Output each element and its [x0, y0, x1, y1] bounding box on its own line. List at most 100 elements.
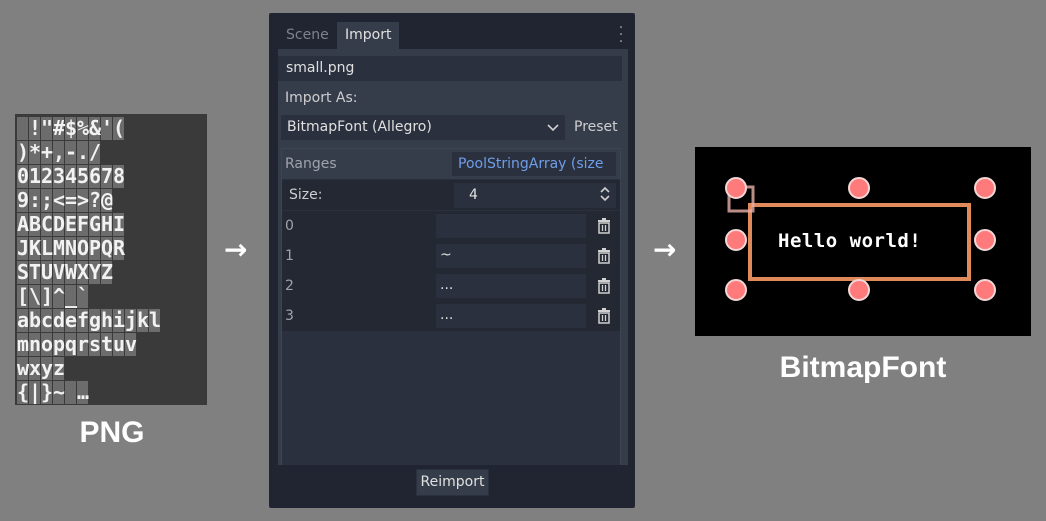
array-value-field[interactable]: ... [436, 274, 586, 298]
tab-import[interactable]: Import [337, 22, 400, 49]
glyph: … [77, 380, 90, 404]
glyph: ` [77, 284, 90, 308]
glyph: " [41, 116, 54, 140]
glyph: [ [17, 284, 30, 308]
importer-select[interactable]: BitmapFont (Allegro) [281, 115, 565, 140]
glyph: } [41, 380, 54, 404]
trash-icon[interactable] [596, 218, 612, 234]
glyph: R [113, 236, 126, 260]
glyph: 3 [53, 164, 66, 188]
glyph: + [41, 140, 54, 164]
glyph: ] [41, 284, 54, 308]
size-spinbox[interactable]: 4 [454, 183, 616, 208]
array-index: 1 [285, 248, 294, 264]
glyph: % [77, 116, 90, 140]
glyph-row: JKLMNOPQR [17, 237, 125, 260]
glyph [65, 381, 76, 404]
glyph: f [77, 308, 90, 332]
glyph: * [29, 140, 42, 164]
glyph [17, 117, 28, 140]
preset-button[interactable]: Preset [574, 117, 618, 137]
glyph: ~ [53, 380, 66, 404]
glyph: 4 [65, 164, 78, 188]
array-element-row: 0 [282, 211, 620, 241]
ranges-label: Ranges [285, 156, 337, 172]
tab-scene[interactable]: Scene [278, 22, 337, 49]
trash-icon[interactable] [596, 308, 612, 324]
glyph: J [17, 236, 30, 260]
png-caption: PNG [79, 416, 145, 449]
array-index: 3 [285, 308, 294, 324]
glyph-row: !"#$%&'( [17, 117, 125, 140]
glyph: L [41, 236, 54, 260]
glyph: _ [65, 284, 78, 308]
size-value: 4 [469, 187, 478, 203]
array-value-field[interactable]: ~ [436, 244, 586, 268]
hello-label: Hello world! [778, 230, 922, 252]
glyph-row: [\]^_` [17, 285, 89, 308]
glyph: ^ [53, 284, 66, 308]
glyph: j [125, 308, 138, 332]
arrow-right-icon: → [653, 233, 677, 266]
glyph: : [29, 188, 42, 212]
glyph: S [17, 260, 30, 284]
glyph: 5 [77, 164, 90, 188]
dock-tabs: Scene Import · · · [278, 21, 626, 49]
menu-dots-icon[interactable]: · · · [618, 21, 624, 49]
ranges-array-button[interactable]: PoolStringArray (size 4) [452, 152, 616, 196]
glyph: 8 [113, 164, 126, 188]
spin-arrows-icon[interactable] [599, 183, 611, 208]
glyph: I [113, 212, 126, 236]
glyph: v [125, 332, 138, 356]
glyph: M [53, 236, 66, 260]
glyph: / [89, 140, 102, 164]
glyph: s [89, 332, 102, 356]
glyph: F [77, 212, 90, 236]
array-element-row: 3... [282, 301, 620, 331]
glyph: X [77, 260, 90, 284]
glyph: ' [101, 116, 114, 140]
array-element-row: 2... [282, 271, 620, 301]
glyph: ? [89, 188, 102, 212]
reimport-button[interactable]: Reimport [416, 469, 489, 496]
glyph: b [29, 308, 42, 332]
glyph-row: abcdefghijkl [17, 309, 161, 332]
glyph: w [17, 356, 30, 380]
glyph-row: )*+,-./ [17, 141, 101, 164]
glyph: ( [113, 116, 126, 140]
arrow-right-icon: → [224, 233, 248, 266]
inspector: Ranges PoolStringArray (size 4) Size: 4 … [281, 148, 621, 466]
trash-icon[interactable] [596, 248, 612, 264]
glyph: ; [41, 188, 54, 212]
glyph: T [29, 260, 42, 284]
importer-value: BitmapFont (Allegro) [287, 119, 432, 135]
glyph: q [65, 332, 78, 356]
glyph-row: mnopqrstuv [17, 333, 137, 356]
glyph: k [137, 308, 150, 332]
array-index: 2 [285, 278, 294, 294]
glyph: i [113, 308, 126, 332]
glyph: A [17, 212, 30, 236]
glyph: P [89, 236, 102, 260]
glyph: H [101, 212, 114, 236]
glyph: > [77, 188, 90, 212]
import-panel: small.png Import As: BitmapFont (Allegro… [278, 49, 628, 499]
glyph: y [41, 356, 54, 380]
size-label: Size: [289, 187, 323, 203]
trash-icon[interactable] [596, 278, 612, 294]
bitmapfont-caption: BitmapFont [779, 351, 947, 384]
glyph: Y [89, 260, 102, 284]
font-atlas-png: !"#$%&'()*+,-./012345678 9:;<=>?@ ABCDEFGH… [15, 114, 207, 405]
glyph: o [41, 332, 54, 356]
glyph: l [149, 308, 162, 332]
glyph: c [41, 308, 54, 332]
glyph: V [53, 260, 66, 284]
array-value-field[interactable]: ... [436, 304, 586, 328]
glyph: t [101, 332, 114, 356]
array-value-field[interactable] [436, 214, 586, 238]
glyph: K [29, 236, 42, 260]
glyph: O [77, 236, 90, 260]
glyph: , [53, 140, 66, 164]
glyph: - [65, 140, 78, 164]
glyph: Z [101, 260, 114, 284]
